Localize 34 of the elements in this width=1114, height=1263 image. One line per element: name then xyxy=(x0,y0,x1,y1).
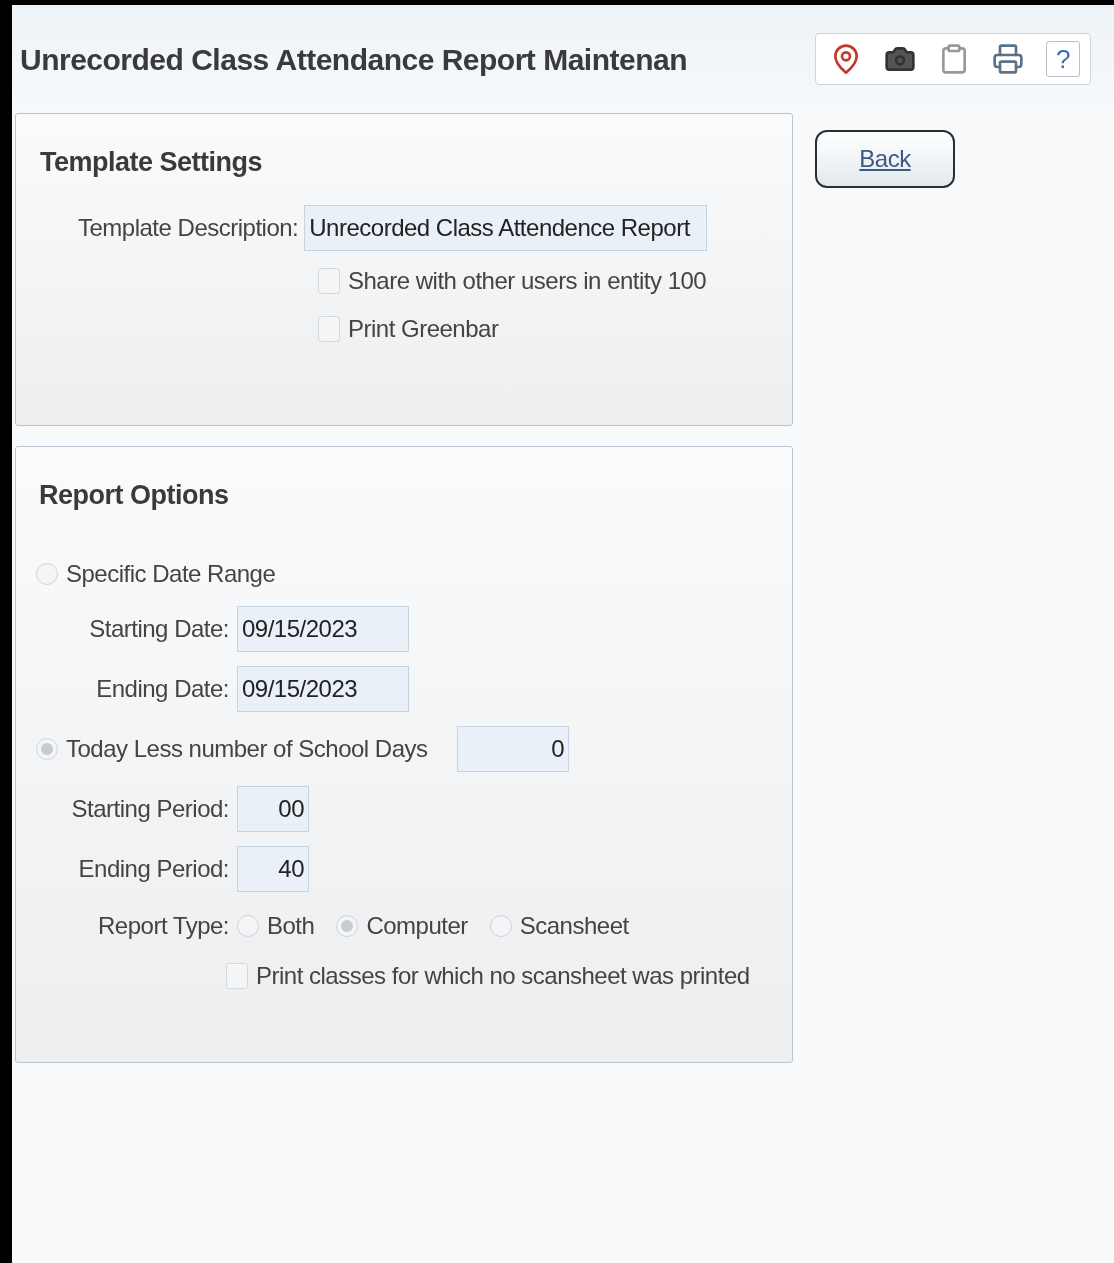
radio-label: Computer xyxy=(366,910,468,941)
date-field[interactable]: 09/15/2023 xyxy=(237,605,409,652)
radio-label: Specific Date Range xyxy=(66,558,276,589)
period-field[interactable]: 00 xyxy=(237,785,309,832)
school-days-field[interactable]: 0 xyxy=(457,725,569,772)
radio-button[interactable] xyxy=(36,562,58,585)
radio-button[interactable] xyxy=(36,737,58,760)
radio-label: Scansheet xyxy=(519,910,629,941)
printer-icon[interactable] xyxy=(992,43,1024,75)
date-field[interactable]: 09/15/2023 xyxy=(237,665,409,712)
checkbox[interactable] xyxy=(318,315,340,342)
checkbox[interactable] xyxy=(226,962,248,989)
section-heading: Template Settings xyxy=(40,146,264,179)
field-label: Ending Period: xyxy=(77,853,229,884)
radio-button[interactable] xyxy=(336,914,359,937)
period-field[interactable]: 40 xyxy=(237,845,309,892)
checkbox-label: Share with other users in entity 100 xyxy=(348,265,707,296)
back-button[interactable]: Back xyxy=(815,130,955,188)
checkbox-label: Print classes for which no scansheet was printed xyxy=(256,960,750,991)
help-button[interactable]: ? xyxy=(1046,41,1080,77)
checkbox-label: Print Greenbar xyxy=(348,313,499,344)
description-field[interactable]: Unrecorded Class Attendence Report xyxy=(304,204,708,251)
radio-label: Today Less number of School Days xyxy=(66,733,429,764)
page-title: Unrecorded Class Attendance Report Maintenan xyxy=(20,41,689,78)
field-label: Report Type: xyxy=(97,910,229,941)
field-label: Ending Date: xyxy=(95,673,229,704)
field-label: Template Description: xyxy=(78,212,299,243)
radio-button[interactable] xyxy=(489,914,512,937)
field-label: Starting Date: xyxy=(88,613,229,644)
checkbox[interactable] xyxy=(318,267,340,294)
section-heading: Report Options xyxy=(39,479,230,512)
radio-label: Both xyxy=(267,910,315,941)
radio-button[interactable] xyxy=(237,914,259,937)
field-label: Starting Period: xyxy=(70,793,229,824)
